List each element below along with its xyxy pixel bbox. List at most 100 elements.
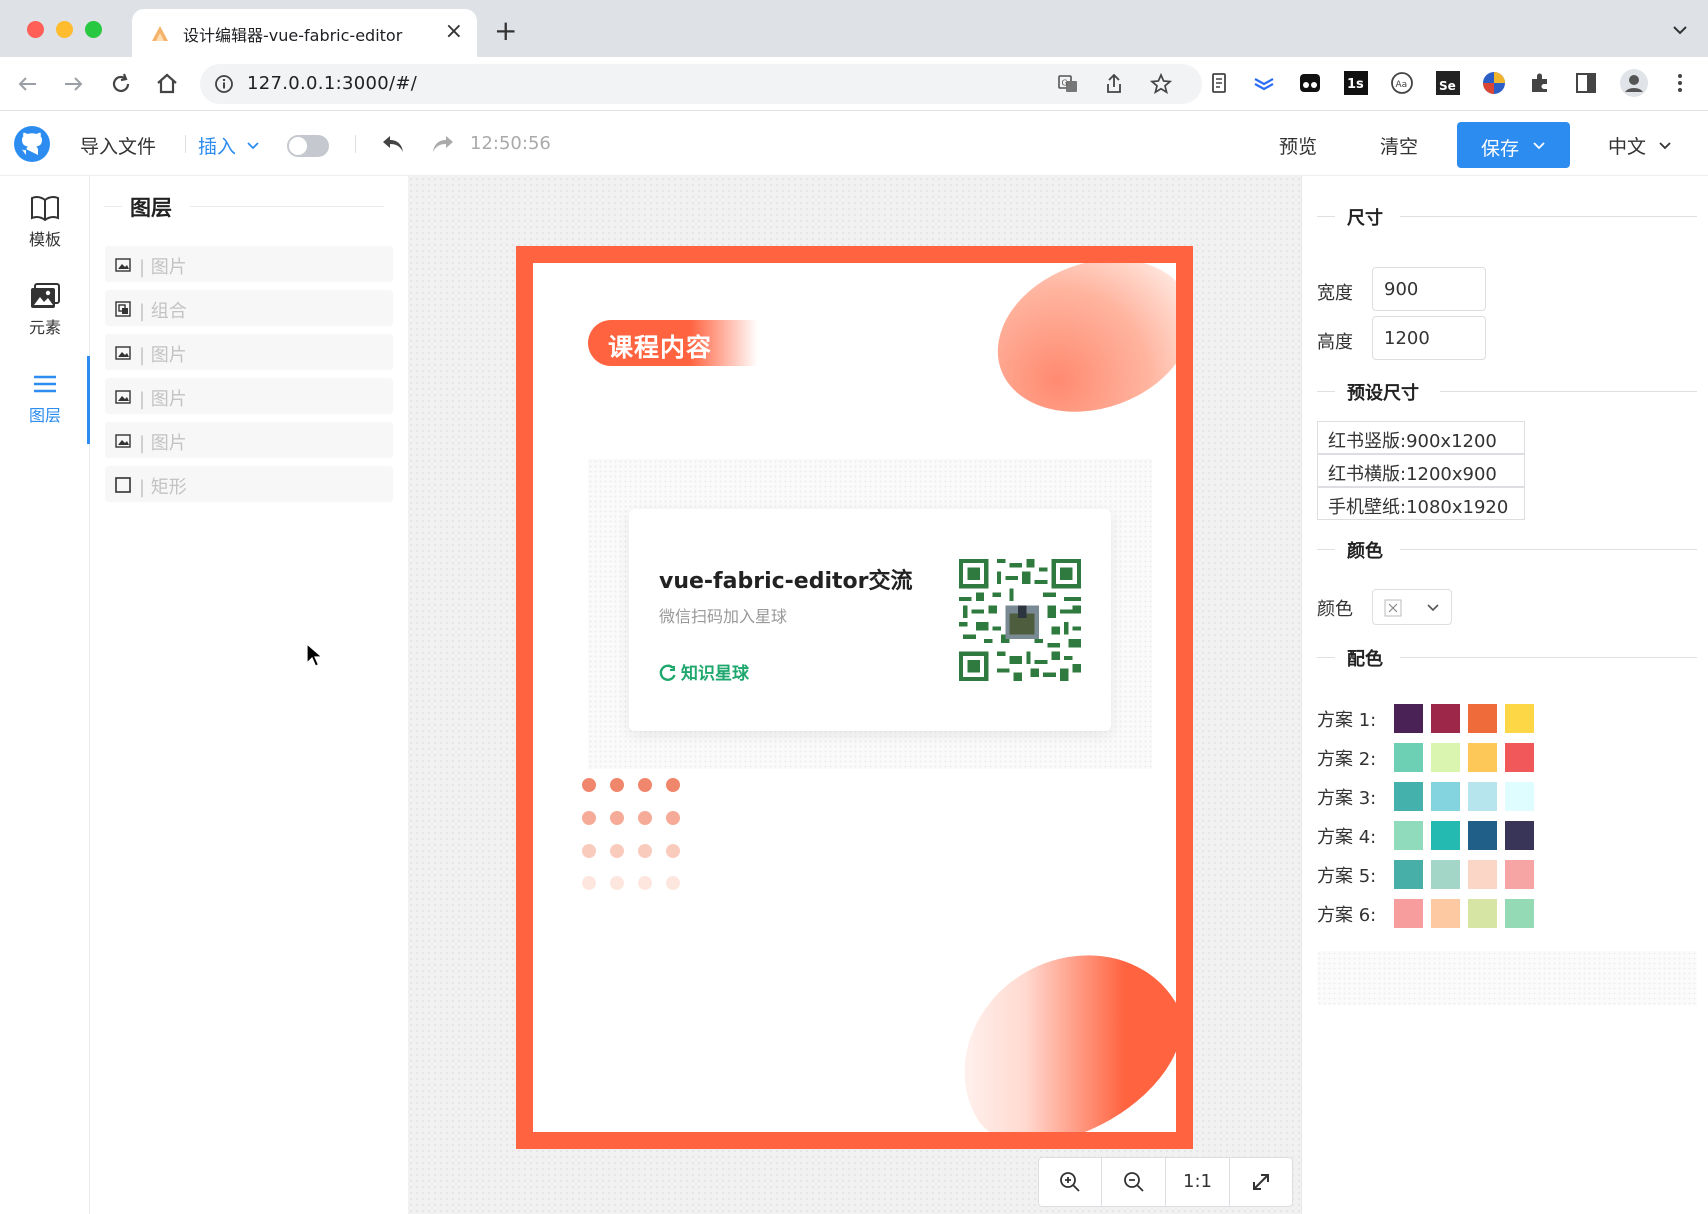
profile-avatar-icon[interactable] — [1619, 68, 1649, 98]
window-minimize-button[interactable] — [56, 21, 73, 38]
color-swatch[interactable] — [1505, 860, 1534, 889]
selenium-extension-icon[interactable]: Se — [1435, 70, 1461, 96]
reload-icon[interactable] — [107, 70, 135, 98]
zoom-out-button[interactable] — [1102, 1158, 1166, 1206]
layers-extension-icon[interactable] — [1251, 70, 1277, 96]
layer-item[interactable]: | 图片 — [105, 422, 393, 458]
insert-dropdown[interactable]: 插入 — [198, 132, 260, 159]
zoom-reset-button[interactable]: 1:1 — [1166, 1158, 1230, 1206]
color-swatch[interactable] — [1394, 899, 1423, 928]
color-swatch[interactable] — [1431, 860, 1460, 889]
preview-button[interactable]: 预览 — [1279, 132, 1317, 159]
preset-option[interactable]: 红书竖版:900x1200 — [1317, 421, 1525, 454]
scheme-label: 方案 1: — [1317, 710, 1377, 731]
new-tab-icon[interactable]: + — [494, 14, 517, 47]
poster-canvas[interactable]: 课程内容 vue-fabric-editor交流 微信扫码加入星球 知识星球 — [516, 246, 1193, 1149]
browser-tab-active[interactable]: 设计编辑器-vue-fabric-editor × — [132, 9, 477, 57]
sidebar-item-layers[interactable]: 图层 — [0, 370, 90, 450]
color-swatch[interactable] — [1468, 899, 1497, 928]
color-swatch[interactable] — [1505, 899, 1534, 928]
sidebar-item-templates[interactable]: 模板 — [0, 194, 90, 274]
clear-button[interactable]: 清空 — [1380, 132, 1418, 159]
back-arrow-icon[interactable] — [14, 70, 42, 98]
browser-menu-icon[interactable] — [1667, 70, 1693, 96]
incognito-extension-icon[interactable] — [1297, 70, 1323, 96]
undo-icon[interactable] — [380, 131, 406, 157]
color-swatch[interactable] — [1505, 782, 1534, 811]
color-swatch[interactable] — [1431, 743, 1460, 772]
layer-item[interactable]: | 图片 — [105, 246, 393, 282]
color-swatch[interactable] — [1394, 743, 1423, 772]
bookmark-star-icon[interactable] — [1150, 73, 1172, 95]
colorful-extension-icon[interactable] — [1481, 70, 1507, 96]
address-bar[interactable]: 127.0.0.1:3000/#/ G — [200, 64, 1202, 104]
color-swatch[interactable] — [1505, 743, 1534, 772]
color-swatch[interactable] — [1468, 782, 1497, 811]
translate-icon[interactable]: G — [1057, 73, 1079, 95]
preset-option[interactable]: 红书横版:1200x900 — [1317, 454, 1525, 487]
layer-item[interactable]: | 矩形 — [105, 466, 393, 502]
color-swatch[interactable] — [1394, 704, 1423, 733]
site-info-icon[interactable] — [214, 74, 234, 94]
layer-label: | 图片 — [139, 257, 187, 278]
layer-item[interactable]: | 图片 — [105, 334, 393, 370]
decor-blob-bottom[interactable] — [925, 914, 1176, 1132]
decor-dots[interactable] — [581, 777, 691, 907]
reader-extension-icon[interactable] — [1206, 70, 1232, 96]
url-text[interactable]: 127.0.0.1:3000/#/ — [247, 73, 417, 94]
properties-panel: 尺寸 宽度 高度 预设尺寸 红书竖版:900x1200 红书横版:1200x90… — [1301, 176, 1708, 1214]
language-dropdown[interactable]: 中文 — [1608, 132, 1672, 159]
tab-close-icon[interactable]: × — [445, 19, 463, 44]
layer-item[interactable]: | 图片 — [105, 378, 393, 414]
share-icon[interactable] — [1103, 73, 1125, 95]
color-swatch[interactable] — [1431, 704, 1460, 733]
color-swatch[interactable] — [1431, 821, 1460, 850]
color-swatch[interactable] — [1431, 899, 1460, 928]
forward-arrow-icon[interactable] — [59, 70, 87, 98]
layer-item[interactable]: | 组合 — [105, 290, 393, 326]
sidebar-item-elements[interactable]: 元素 — [0, 282, 90, 362]
side-panel-icon[interactable] — [1573, 70, 1599, 96]
save-button[interactable]: 保存 — [1457, 122, 1570, 168]
height-input[interactable] — [1372, 316, 1486, 360]
width-input[interactable] — [1372, 267, 1486, 311]
qr-code-image[interactable] — [959, 559, 1081, 681]
color-swatch[interactable] — [1505, 704, 1534, 733]
badge-text: 课程内容 — [608, 333, 713, 362]
layers-icon — [34, 375, 56, 393]
chevron-down-icon — [1659, 142, 1671, 150]
zoom-in-button[interactable] — [1039, 1158, 1102, 1206]
course-badge[interactable]: 课程内容 — [588, 320, 758, 366]
color-swatch[interactable] — [1468, 821, 1497, 850]
color-swatch[interactable] — [1468, 743, 1497, 772]
color-swatch[interactable] — [1431, 782, 1460, 811]
section-preset-header: 预设尺寸 — [1317, 379, 1697, 404]
color-swatch[interactable] — [1394, 860, 1423, 889]
dictionary-extension-icon[interactable]: Aa — [1389, 70, 1415, 96]
toggle-switch[interactable] — [287, 135, 329, 157]
decor-blob-top[interactable] — [976, 263, 1176, 438]
import-file-button[interactable]: 导入文件 — [80, 132, 156, 159]
fit-screen-button[interactable] — [1230, 1158, 1292, 1206]
preset-option[interactable]: 手机壁纸:1080x1920 — [1317, 487, 1525, 520]
poster-background[interactable]: 课程内容 vue-fabric-editor交流 微信扫码加入星球 知识星球 — [533, 263, 1176, 1132]
window-close-button[interactable] — [27, 21, 44, 38]
home-icon[interactable] — [153, 70, 181, 98]
github-logo-icon[interactable] — [13, 125, 51, 163]
window-zoom-button[interactable] — [85, 21, 102, 38]
color-swatch[interactable] — [1468, 860, 1497, 889]
redo-icon[interactable] — [430, 131, 456, 157]
icon-sidebar: 模板 元素 图层 — [0, 176, 90, 1214]
canvas-workspace[interactable]: 课程内容 vue-fabric-editor交流 微信扫码加入星球 知识星球 1… — [408, 176, 1301, 1214]
color-picker[interactable] — [1372, 589, 1452, 625]
community-card[interactable]: vue-fabric-editor交流 微信扫码加入星球 知识星球 — [629, 509, 1111, 731]
extensions-puzzle-icon[interactable] — [1527, 70, 1553, 96]
1s-extension-icon[interactable]: 1s — [1343, 70, 1369, 96]
card-brand: 知识星球 — [659, 659, 749, 684]
color-swatch[interactable] — [1505, 821, 1534, 850]
color-swatch[interactable] — [1468, 704, 1497, 733]
color-swatch[interactable] — [1394, 782, 1423, 811]
tab-search-chevron-icon[interactable] — [1672, 22, 1688, 38]
color-swatch[interactable] — [1394, 821, 1423, 850]
section-size-header: 尺寸 — [1317, 204, 1697, 229]
